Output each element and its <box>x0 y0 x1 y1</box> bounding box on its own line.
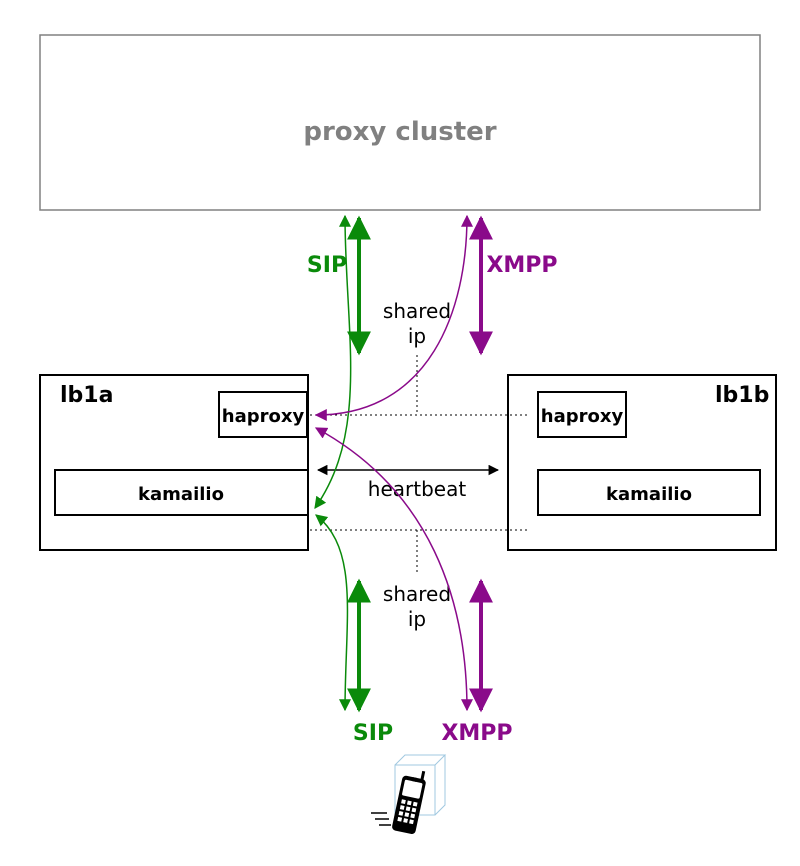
lb1a-haproxy-label: haproxy <box>222 406 305 427</box>
sip-bottom-label: SIP <box>353 721 393 746</box>
proxy-cluster-title: proxy cluster <box>303 117 496 147</box>
node-lb1a: lb1a haproxy kamailio <box>40 375 308 550</box>
sip-top-label: SIP <box>307 253 347 278</box>
xmpp-bottom-label: XMPP <box>441 721 512 746</box>
xmpp-top-label: XMPP <box>486 253 557 278</box>
shared-ip-bottom-line1: shared <box>383 582 451 606</box>
shared-ip-top-line1: shared <box>383 299 451 323</box>
sip-curve-bottom <box>316 515 347 710</box>
lb1b-haproxy-label: haproxy <box>541 406 624 427</box>
lb1b-kamailio-label: kamailio <box>606 484 692 505</box>
lb1b-label: lb1b <box>715 383 769 408</box>
lb1a-label: lb1a <box>60 383 113 408</box>
shared-ip-bottom-line2: ip <box>408 607 426 631</box>
shared-ip-top-line2: ip <box>408 324 426 348</box>
phone-icon <box>371 755 445 835</box>
node-lb1b: lb1b haproxy kamailio <box>508 375 776 550</box>
lb1a-kamailio-label: kamailio <box>138 484 224 505</box>
heartbeat-label: heartbeat <box>368 477 467 501</box>
